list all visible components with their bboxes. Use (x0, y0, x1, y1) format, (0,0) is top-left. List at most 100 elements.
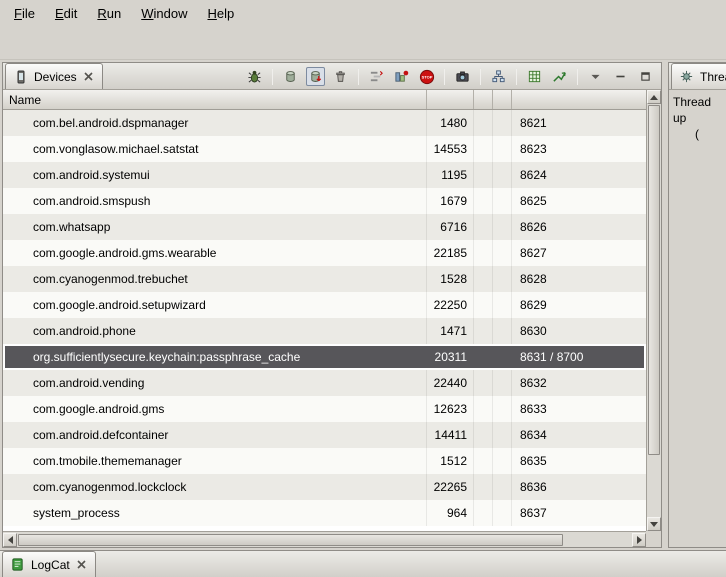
table-row[interactable]: com.google.android.gms 12623 8633 (3, 396, 646, 422)
empty-cell (493, 292, 512, 318)
process-pid: 1471 (427, 318, 474, 344)
empty-cell (493, 422, 512, 448)
close-icon[interactable] (75, 558, 88, 571)
table-row[interactable]: com.whatsapp 6716 8626 (3, 214, 646, 240)
toolbar-separator (272, 69, 273, 85)
process-name: com.android.vending (3, 370, 427, 396)
empty-cell (493, 500, 512, 526)
screen-capture-icon[interactable] (453, 67, 472, 86)
table-row[interactable]: com.android.phone 1471 8630 (3, 318, 646, 344)
scroll-right-button[interactable] (632, 533, 646, 547)
table-row[interactable]: system_process 964 8637 (3, 500, 646, 526)
empty-cell (493, 370, 512, 396)
scroll-left-button[interactable] (3, 533, 17, 547)
empty-cell (474, 162, 493, 188)
process-name: com.google.android.gms (3, 396, 427, 422)
scroll-up-button[interactable] (647, 90, 661, 104)
menu-window[interactable]: Window (131, 2, 197, 25)
table-row[interactable]: com.google.android.setupwizard 22250 862… (3, 292, 646, 318)
process-pid: 22250 (427, 292, 474, 318)
logcat-bar: LogCat (0, 550, 726, 577)
start-method-profiling-icon[interactable] (392, 67, 411, 86)
table-row[interactable]: com.bel.android.dspmanager 1480 8621 (3, 110, 646, 136)
trace-icon[interactable] (550, 67, 569, 86)
empty-cell (474, 292, 493, 318)
process-port: 8623 (512, 136, 646, 162)
tab-logcat[interactable]: LogCat (2, 551, 96, 577)
process-port: 8636 (512, 474, 646, 500)
empty-cell (474, 266, 493, 292)
device-table-body: com.bel.android.dspmanager 1480 8621 com… (3, 110, 646, 531)
toolbar-separator (577, 69, 578, 85)
column-header-name[interactable]: Name (3, 90, 427, 109)
empty-cell (474, 474, 493, 500)
process-port: 8627 (512, 240, 646, 266)
tab-logcat-label: LogCat (31, 558, 70, 572)
dump-hprof-icon[interactable] (306, 67, 325, 86)
empty-cell (493, 214, 512, 240)
process-name: com.tmobile.thememanager (3, 448, 427, 474)
tab-devices[interactable]: Devices (5, 63, 103, 89)
table-row[interactable]: com.tmobile.thememanager 1512 8635 (3, 448, 646, 474)
table-row[interactable]: com.cyanogenmod.trebuchet 1528 8628 (3, 266, 646, 292)
empty-cell (493, 448, 512, 474)
menu-file[interactable]: File (4, 2, 45, 25)
update-threads-icon[interactable] (367, 67, 386, 86)
grid-icon[interactable] (525, 67, 544, 86)
devices-tabbar: Devices (3, 63, 661, 90)
menu-run[interactable]: Run (87, 2, 131, 25)
vertical-scroll-thumb[interactable] (648, 105, 660, 455)
process-pid: 22185 (427, 240, 474, 266)
cause-gc-icon[interactable] (331, 67, 350, 86)
debug-icon[interactable] (245, 67, 264, 86)
horizontal-scrollbar[interactable] (3, 531, 646, 547)
empty-cell (474, 214, 493, 240)
table-row[interactable]: com.android.systemui 1195 8624 (3, 162, 646, 188)
menu-edit[interactable]: Edit (45, 2, 87, 25)
threads-panel: Threads Thread up ( (668, 62, 726, 548)
table-row[interactable]: org.sufficientlysecure.keychain:passphra… (3, 344, 646, 370)
threads-message: Thread up ( (669, 90, 726, 146)
column-header-pid[interactable] (427, 90, 474, 109)
process-name: org.sufficientlysecure.keychain:passphra… (3, 344, 427, 370)
table-row[interactable]: com.google.android.gms.wearable 22185 86… (3, 240, 646, 266)
maximize-icon[interactable] (636, 67, 655, 86)
horizontal-scroll-thumb[interactable] (18, 534, 563, 546)
tab-threads-label: Threads (700, 70, 726, 84)
process-name: com.cyanogenmod.lockclock (3, 474, 427, 500)
process-name: com.vonglasow.michael.satstat (3, 136, 427, 162)
table-row[interactable]: com.android.defcontainer 14411 8634 (3, 422, 646, 448)
table-header: Name (3, 90, 646, 110)
process-port: 8633 (512, 396, 646, 422)
view-menu-icon[interactable] (586, 67, 605, 86)
process-pid: 6716 (427, 214, 474, 240)
empty-cell (493, 318, 512, 344)
table-row[interactable]: com.vonglasow.michael.satstat 14553 8623 (3, 136, 646, 162)
process-port: 8637 (512, 500, 646, 526)
column-header-port[interactable] (512, 90, 646, 109)
stop-process-icon[interactable]: STOP (417, 67, 436, 86)
update-heap-icon[interactable] (281, 67, 300, 86)
scrollbar-corner (646, 531, 661, 547)
scroll-down-button[interactable] (647, 517, 661, 531)
hierarchy-view-icon[interactable] (489, 67, 508, 86)
column-header-empty[interactable] (493, 90, 512, 109)
process-port: 8625 (512, 188, 646, 214)
process-pid: 14553 (427, 136, 474, 162)
empty-cell (474, 448, 493, 474)
process-pid: 20311 (427, 344, 474, 370)
minimize-icon[interactable] (611, 67, 630, 86)
close-icon[interactable] (82, 70, 95, 83)
process-name: system_process (3, 500, 427, 526)
menu-help[interactable]: Help (197, 2, 244, 25)
tab-threads[interactable]: Threads (671, 63, 726, 89)
column-header-empty[interactable] (474, 90, 493, 109)
ddms-window: File Edit Run Window Help Devices (0, 0, 726, 577)
process-pid: 964 (427, 500, 474, 526)
menubar: File Edit Run Window Help (0, 0, 726, 26)
table-row[interactable]: com.cyanogenmod.lockclock 22265 8636 (3, 474, 646, 500)
table-row[interactable]: com.android.smspush 1679 8625 (3, 188, 646, 214)
vertical-scrollbar[interactable] (646, 90, 661, 531)
empty-cell (474, 344, 493, 370)
table-row[interactable]: com.android.vending 22440 8632 (3, 370, 646, 396)
